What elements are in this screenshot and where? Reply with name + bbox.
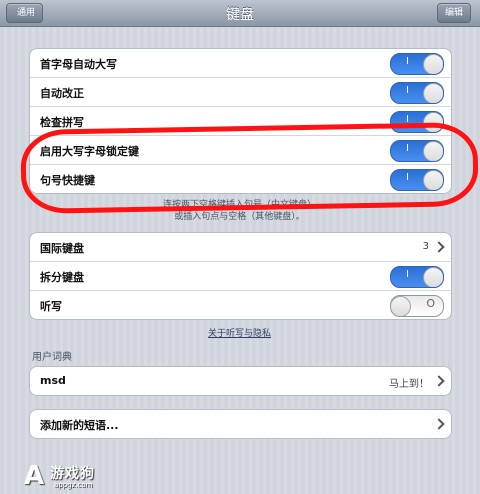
chevron-right-icon [433,241,445,253]
period-shortcut-toggle[interactable]: I [390,169,444,191]
chevron-right-icon [433,375,445,387]
dictation-privacy-link[interactable]: 关于听写与隐私 [29,326,450,339]
row-shortcut-entry[interactable]: msd 马上到！ [30,367,451,395]
row-international-keyboards[interactable]: 国际键盘 3 [30,233,451,262]
row-label: 句号快捷键 [40,174,95,187]
row-auto-correction: 自动改正 I [30,78,451,107]
user-dictionary-header: 用户词典 [32,352,72,363]
dictation-toggle[interactable]: O [390,295,444,317]
phrase-value: 马上到！ [389,379,429,390]
period-shortcut-footnote: 连按两下空格键插入句号（中文键盘） 或插入句点与空格（其他键盘）。 [162,200,316,222]
watermark-logo: A 游戏狗 appgz.com [24,461,108,491]
row-label: 自动改正 [40,87,84,100]
row-label: msd [40,374,66,387]
watermark-logo-icon: A [24,461,45,491]
chevron-right-icon [433,418,445,430]
row-label: 启用大写字母锁定键 [40,145,139,158]
auto-capitalization-toggle[interactable]: I [390,53,444,75]
page-title: 键盘 [226,7,254,23]
keyboard-settings-group: 国际键盘 3 拆分键盘 I 听写 O [29,232,452,320]
row-label: 检查拼写 [40,116,84,129]
row-label: 首字母自动大写 [40,58,117,71]
row-check-spelling: 检查拼写 I [30,107,451,136]
row-auto-capitalization: 首字母自动大写 I [30,49,451,78]
row-add-phrase[interactable]: 添加新的短语... [30,410,451,438]
keyboard-options-group: 首字母自动大写 I 自动改正 I 检查拼写 I 启用大写字母锁定键 I 句号快捷… [29,48,452,194]
row-period-shortcut: 句号快捷键 I [30,165,451,193]
navigation-bar: 通用 键盘 编辑 [0,0,480,27]
row-label: 添加新的短语... [40,419,119,432]
auto-correction-toggle[interactable]: I [390,82,444,104]
row-dictation: 听写 O [30,291,451,319]
user-dictionary-group: msd 马上到！ [29,366,452,396]
check-spelling-toggle[interactable]: I [390,111,444,133]
row-label: 听写 [40,300,62,313]
split-keyboard-toggle[interactable]: I [390,266,444,288]
watermark-text: 游戏狗 [50,466,95,482]
keyboard-count: 3 [422,241,429,252]
watermark-url: appgz.com [54,481,93,489]
add-phrase-group: 添加新的短语... [29,409,452,439]
row-label: 国际键盘 [40,242,84,255]
row-caps-lock: 启用大写字母锁定键 I [30,136,451,165]
edit-button[interactable]: 编辑 [436,3,471,23]
row-label: 拆分键盘 [40,271,84,284]
caps-lock-toggle[interactable]: I [390,140,444,162]
row-split-keyboard: 拆分键盘 I [30,262,451,291]
